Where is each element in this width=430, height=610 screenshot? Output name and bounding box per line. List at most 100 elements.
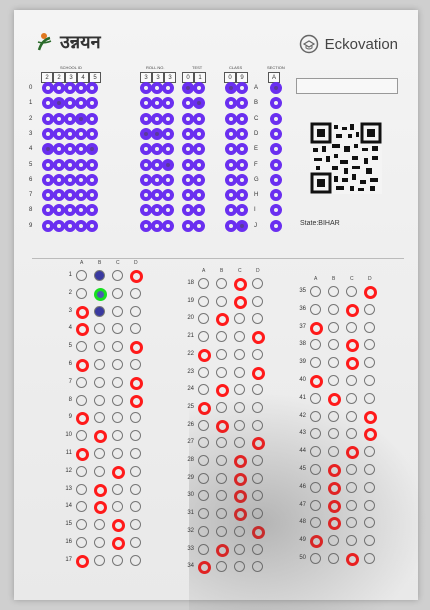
- answer-bubble[interactable]: [130, 323, 141, 335]
- answer-bubble[interactable]: [234, 295, 247, 309]
- answer-bubble[interactable]: [198, 525, 209, 537]
- answer-bubble[interactable]: [252, 401, 263, 413]
- answer-bubble[interactable]: [112, 430, 123, 442]
- answer-bubble[interactable]: [234, 437, 245, 449]
- id-bubble[interactable]: [162, 143, 174, 156]
- answer-bubble[interactable]: [112, 483, 123, 495]
- answer-bubble[interactable]: [346, 392, 357, 404]
- answer-bubble[interactable]: [216, 419, 229, 433]
- answer-bubble[interactable]: [198, 472, 209, 484]
- answer-bubble[interactable]: [112, 359, 123, 370]
- answer-bubble[interactable]: [234, 490, 247, 504]
- answer-bubble[interactable]: [310, 446, 321, 458]
- id-bubble[interactable]: [193, 82, 205, 94]
- answer-bubble[interactable]: [216, 295, 227, 307]
- answer-bubble[interactable]: [364, 321, 375, 333]
- answer-bubble[interactable]: [328, 517, 341, 531]
- answer-bubble[interactable]: [130, 305, 141, 317]
- answer-bubble[interactable]: [364, 553, 375, 564]
- id-bubble[interactable]: [86, 204, 98, 217]
- answer-bubble[interactable]: [198, 278, 209, 289]
- answer-bubble[interactable]: [198, 384, 209, 396]
- answer-bubble[interactable]: [310, 499, 321, 511]
- answer-bubble[interactable]: [76, 394, 87, 406]
- answer-bubble[interactable]: [130, 554, 141, 566]
- answer-bubble[interactable]: [216, 472, 227, 484]
- answer-bubble[interactable]: [76, 483, 87, 495]
- answer-bubble[interactable]: [364, 446, 375, 458]
- answer-bubble[interactable]: [76, 465, 87, 477]
- answer-bubble[interactable]: [252, 331, 265, 345]
- answer-bubble[interactable]: [310, 517, 321, 529]
- answer-bubble[interactable]: [76, 270, 87, 281]
- answer-bubble[interactable]: [130, 270, 143, 283]
- answer-bubble[interactable]: [198, 455, 209, 466]
- answer-bubble[interactable]: [112, 554, 123, 566]
- id-bubble[interactable]: [270, 112, 282, 125]
- answer-bubble[interactable]: [234, 455, 247, 468]
- answer-bubble[interactable]: [112, 501, 123, 513]
- answer-bubble[interactable]: [310, 392, 321, 404]
- answer-bubble[interactable]: [216, 543, 229, 557]
- answer-bubble[interactable]: [112, 465, 125, 479]
- id-bubble[interactable]: [86, 143, 98, 156]
- answer-bubble[interactable]: [310, 375, 323, 388]
- answer-bubble[interactable]: [112, 537, 125, 550]
- answer-bubble[interactable]: [130, 376, 143, 390]
- answer-bubble[interactable]: [198, 561, 211, 575]
- answer-bubble[interactable]: [216, 508, 227, 520]
- answer-bubble[interactable]: [112, 305, 123, 317]
- id-bubble[interactable]: [86, 82, 98, 94]
- answer-bubble[interactable]: [130, 394, 143, 408]
- answer-bubble[interactable]: [130, 465, 141, 477]
- id-bubble[interactable]: [162, 158, 174, 171]
- answer-bubble[interactable]: [328, 481, 341, 495]
- answer-bubble[interactable]: [216, 384, 229, 398]
- answer-bubble[interactable]: [328, 446, 339, 458]
- name-field[interactable]: [296, 78, 398, 94]
- answer-bubble[interactable]: [364, 499, 375, 511]
- answer-bubble[interactable]: [76, 537, 87, 548]
- answer-bubble[interactable]: [112, 287, 123, 299]
- answer-bubble[interactable]: [76, 519, 87, 531]
- id-bubble[interactable]: [162, 173, 174, 186]
- answer-bubble[interactable]: [234, 472, 247, 486]
- id-bubble[interactable]: [270, 82, 282, 94]
- answer-bubble[interactable]: [94, 448, 105, 459]
- answer-bubble[interactable]: [112, 412, 123, 424]
- answer-bubble[interactable]: [310, 535, 323, 549]
- id-bubble[interactable]: [86, 97, 98, 110]
- id-bubble[interactable]: [270, 143, 282, 156]
- answer-bubble[interactable]: [112, 323, 123, 335]
- answer-bubble[interactable]: [346, 303, 359, 317]
- id-bubble[interactable]: [162, 127, 174, 140]
- answer-bubble[interactable]: [234, 384, 245, 396]
- answer-bubble[interactable]: [130, 359, 141, 370]
- answer-bubble[interactable]: [76, 305, 89, 319]
- answer-bubble[interactable]: [252, 278, 263, 289]
- answer-bubble[interactable]: [94, 430, 107, 444]
- answer-bubble[interactable]: [328, 357, 339, 369]
- id-bubble[interactable]: [236, 173, 248, 186]
- id-bubble[interactable]: [193, 158, 205, 171]
- answer-bubble[interactable]: [364, 410, 377, 424]
- answer-bubble[interactable]: [94, 519, 105, 531]
- answer-bubble[interactable]: [216, 525, 227, 537]
- answer-bubble[interactable]: [130, 501, 141, 513]
- answer-bubble[interactable]: [130, 287, 141, 299]
- answer-bubble[interactable]: [328, 286, 339, 297]
- answer-bubble[interactable]: [252, 348, 263, 360]
- answer-bubble[interactable]: [234, 366, 245, 378]
- answer-bubble[interactable]: [252, 490, 263, 502]
- answer-bubble[interactable]: [252, 525, 265, 539]
- answer-bubble[interactable]: [94, 305, 105, 317]
- id-bubble[interactable]: [236, 82, 248, 94]
- answer-bubble[interactable]: [130, 483, 141, 495]
- answer-bubble[interactable]: [112, 376, 123, 388]
- answer-bubble[interactable]: [216, 313, 229, 327]
- answer-bubble[interactable]: [234, 348, 245, 360]
- answer-bubble[interactable]: [328, 321, 339, 333]
- answer-bubble[interactable]: [198, 348, 211, 362]
- answer-bubble[interactable]: [328, 535, 339, 547]
- answer-bubble[interactable]: [310, 481, 321, 493]
